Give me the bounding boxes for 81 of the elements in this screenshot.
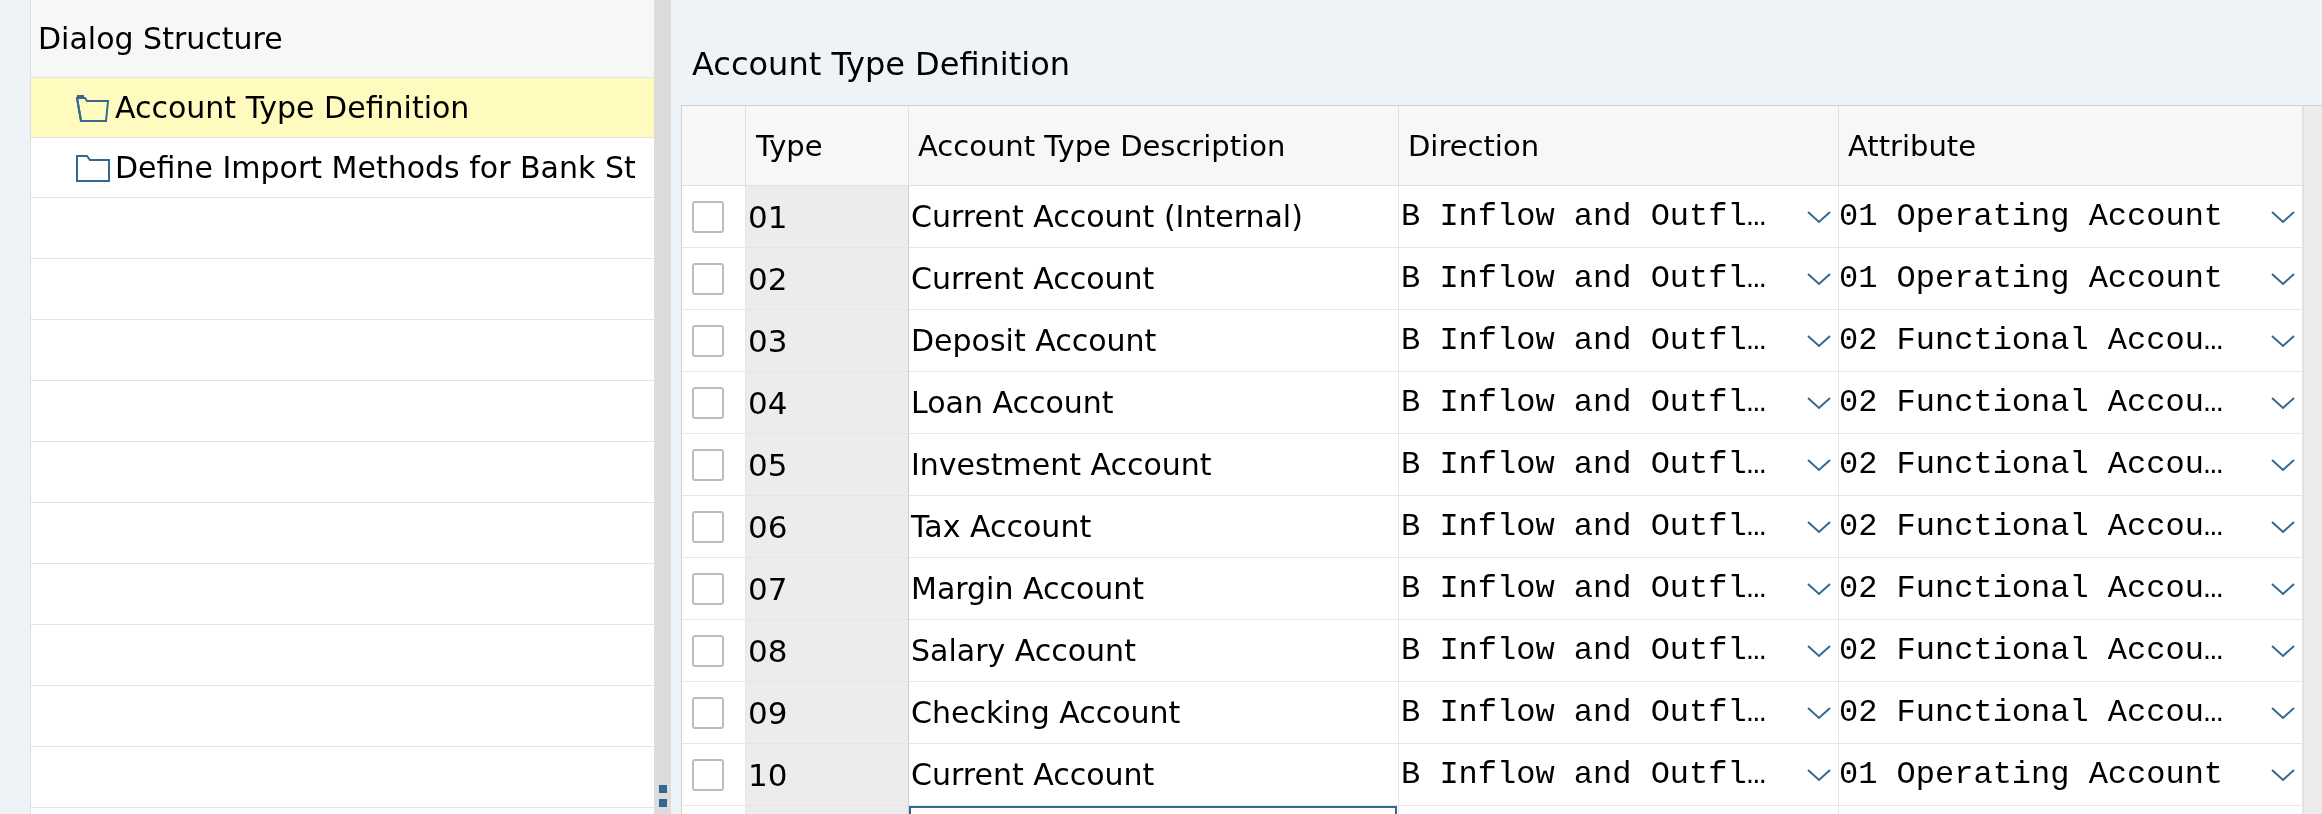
dropdown-field[interactable]: 02 Functional Accou…	[1839, 558, 2302, 619]
dropdown-caret-icon[interactable]	[1806, 580, 1832, 597]
dropdown-field[interactable]: 02 Functional Accou…	[1839, 496, 2302, 557]
dropdown-caret-icon[interactable]	[1806, 394, 1832, 411]
row-selector-checkbox[interactable]	[692, 262, 724, 295]
dropdown-caret-icon[interactable]	[2270, 766, 2296, 783]
dropdown-field[interactable]: B Inflow and Outfl…	[1401, 372, 1838, 433]
table-cell: Current Account	[909, 248, 1399, 310]
dropdown-field[interactable]: B Inflow and Outfl…	[1401, 620, 1838, 681]
dropdown-field[interactable]: B Inflow and Outfl…	[1401, 186, 1838, 247]
column-header[interactable]: Type	[746, 106, 909, 186]
dropdown-caret-icon[interactable]	[1806, 208, 1832, 225]
dropdown-field[interactable]: 02 Functional Accou…	[1839, 682, 2302, 743]
table-cell: 09	[746, 682, 909, 744]
row-selector-checkbox[interactable]	[692, 448, 724, 481]
table-cell: Deposit Account	[909, 310, 1399, 372]
dropdown-caret-icon[interactable]	[2270, 394, 2296, 411]
dropdown-caret-icon[interactable]	[2270, 456, 2296, 473]
dropdown-field[interactable]: 02 Functional Accou…	[1839, 434, 2302, 495]
dropdown-caret-icon[interactable]	[1806, 270, 1832, 287]
table-cell: Salary Account	[909, 620, 1399, 682]
dropdown-caret-icon[interactable]	[1806, 518, 1832, 535]
table-cell: Tax Account	[909, 496, 1399, 558]
table-cell: Investment Account	[909, 434, 1399, 496]
dropdown-caret-icon[interactable]	[2270, 642, 2296, 659]
table-cell: 03	[746, 310, 909, 372]
dropdown-field[interactable]: 01 Operating Account	[1839, 744, 2302, 805]
dropdown-caret-icon[interactable]	[2270, 580, 2296, 597]
column-header[interactable]: Attribute	[1839, 106, 2303, 186]
panel-title: Dialog Structure	[38, 21, 283, 56]
dropdown-field[interactable]: B Inflow and Outfl…	[1401, 744, 1838, 805]
dropdown-caret-icon[interactable]	[2270, 518, 2296, 535]
dropdown-caret-icon[interactable]	[2270, 208, 2296, 225]
dropdown-field[interactable]: B Inflow and Outfl…	[1401, 310, 1838, 371]
dropdown-caret-icon[interactable]	[1806, 332, 1832, 349]
table-cell: 01	[746, 186, 909, 248]
resize-grip-icon[interactable]	[657, 784, 668, 810]
dropdown-caret-icon[interactable]	[2270, 332, 2296, 349]
row-selector-checkbox[interactable]	[692, 386, 724, 419]
table-cell: Current Account	[909, 744, 1399, 806]
row-selector-checkbox[interactable]	[692, 324, 724, 357]
table-cell: 07	[746, 558, 909, 620]
dropdown-caret-icon[interactable]	[2270, 704, 2296, 721]
dropdown-field[interactable]: 02 Functional Accou…	[1839, 372, 2302, 433]
dropdown-field[interactable]: 01 Operating Account	[1839, 186, 2302, 247]
dropdown-field[interactable]: B Inflow and Outfl…	[1401, 434, 1838, 495]
table-cell: 04	[746, 372, 909, 434]
folder-icon	[75, 152, 111, 183]
column-header[interactable]: Account Type Description	[909, 106, 1399, 186]
table-cell: 06	[746, 496, 909, 558]
table-cell: 05	[746, 434, 909, 496]
table-cell: 08	[746, 620, 909, 682]
row-selector-checkbox[interactable]	[692, 510, 724, 543]
table-cell: Loan Account	[909, 372, 1399, 434]
scrollbar-track[interactable]	[2303, 105, 2322, 814]
dropdown-field[interactable]: 02 Functional Accou…	[1839, 310, 2302, 371]
row-selector-checkbox[interactable]	[692, 572, 724, 605]
section-title: Account Type Definition	[691, 43, 1071, 85]
dropdown-field[interactable]: B Inflow and Outfl…	[1401, 558, 1838, 619]
dropdown-field[interactable]: 01 Operating Account	[1839, 248, 2302, 309]
row-selector-checkbox[interactable]	[692, 696, 724, 729]
dropdown-caret-icon[interactable]	[1806, 642, 1832, 659]
open-folder-icon	[75, 92, 111, 123]
row-selector-checkbox[interactable]	[692, 758, 724, 791]
row-selector-checkbox[interactable]	[692, 200, 724, 233]
dropdown-field[interactable]: B Inflow and Outfl…	[1401, 248, 1838, 309]
row-selector-checkbox[interactable]	[692, 634, 724, 667]
dropdown-caret-icon[interactable]	[1806, 766, 1832, 783]
table-cell: 02	[746, 248, 909, 310]
tree-item[interactable]: Account Type Definition	[31, 78, 654, 138]
table-cell: Margin Account	[909, 558, 1399, 620]
dropdown-caret-icon[interactable]	[2270, 270, 2296, 287]
dropdown-caret-icon[interactable]	[1806, 456, 1832, 473]
table-cell: Current Account (Internal)	[909, 186, 1399, 248]
dropdown-field[interactable]: B Inflow and Outfl…	[1401, 496, 1838, 557]
dropdown-field[interactable]: 02 Functional Accou…	[1839, 620, 2302, 681]
table-cell: Checking Account	[909, 682, 1399, 744]
column-header[interactable]: Direction	[1399, 106, 1839, 186]
dropdown-caret-icon[interactable]	[1806, 704, 1832, 721]
table-cell: 10	[746, 744, 909, 806]
dropdown-field[interactable]: B Inflow and Outfl…	[1401, 682, 1838, 743]
